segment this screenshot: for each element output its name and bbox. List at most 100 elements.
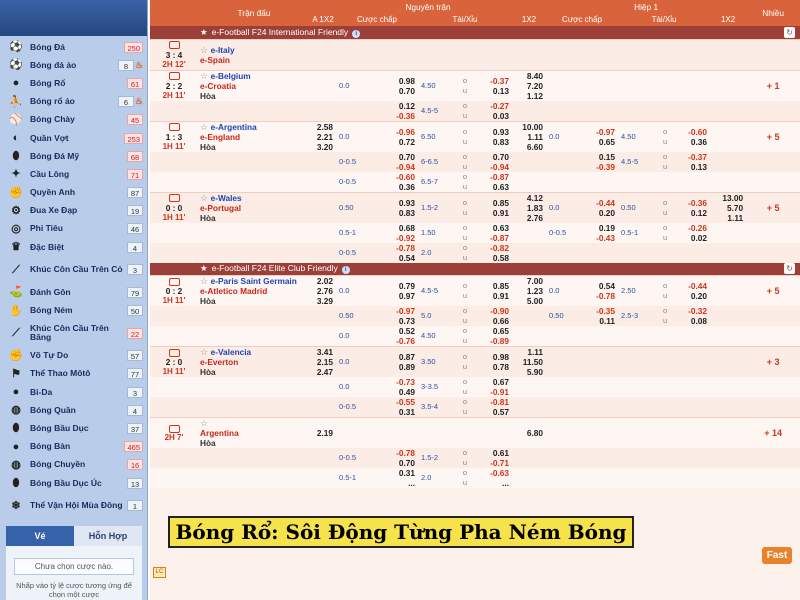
odds-value[interactable]: o xyxy=(454,306,476,316)
odds-value[interactable]: 0.70 xyxy=(374,152,415,162)
odds-value[interactable]: -0.36 xyxy=(676,198,707,208)
odds-value[interactable]: 0.89 xyxy=(374,362,415,372)
more-bets-link[interactable] xyxy=(746,242,800,263)
odds-value[interactable]: 0.67 xyxy=(476,377,509,387)
odds-value[interactable]: o xyxy=(454,172,476,182)
odds-value[interactable]: 8.40 xyxy=(512,71,543,81)
odds-value[interactable]: -0.63 xyxy=(476,468,509,478)
info-icon[interactable]: i xyxy=(352,29,361,38)
odds-value[interactable]: 1.11 xyxy=(512,347,543,357)
more-bets-link[interactable]: + 14 xyxy=(746,417,800,448)
odds-value[interactable]: 0.70 xyxy=(374,458,415,468)
odds-value[interactable]: o xyxy=(454,223,476,233)
odds-value[interactable]: 0.93 xyxy=(476,127,509,137)
sidebar-item-6[interactable]: ⬮ Bóng Đá Mỹ 68 xyxy=(0,147,147,165)
odds-value[interactable]: 1.11 xyxy=(512,132,543,142)
odds-value[interactable]: -0.37 xyxy=(676,152,707,162)
odds-value[interactable]: u xyxy=(454,478,476,488)
odds-value[interactable]: -0.87 xyxy=(476,172,509,182)
odds-value[interactable]: 0.54 xyxy=(374,253,415,263)
star-icon[interactable]: ★ xyxy=(200,27,208,37)
tv-icon[interactable] xyxy=(168,424,180,433)
odds-value[interactable]: 5.00 xyxy=(512,296,543,306)
more-bets-link[interactable] xyxy=(746,222,800,243)
odds-value[interactable]: -0.94 xyxy=(374,162,415,172)
odds-value[interactable]: u xyxy=(654,162,676,172)
odds-value[interactable]: 0.93 xyxy=(374,198,415,208)
odds-value[interactable]: o xyxy=(454,326,476,336)
odds-value[interactable]: o xyxy=(454,152,476,162)
star-icon[interactable]: ★ xyxy=(200,263,208,273)
odds-value[interactable]: 0.57 xyxy=(476,407,509,417)
odds-value[interactable]: -0.71 xyxy=(476,458,509,468)
odds-value[interactable]: u xyxy=(454,233,476,243)
fast-bet-button[interactable]: Fast xyxy=(762,547,792,564)
odds-value[interactable]: o xyxy=(654,198,676,208)
odds-value[interactable]: -0.73 xyxy=(374,377,415,387)
more-bets-link[interactable] xyxy=(746,100,800,121)
sidebar-item-3[interactable]: ⛹ Bóng rổ ảo 6 ♨ xyxy=(0,93,147,111)
favorite-star-icon[interactable]: ☆ xyxy=(200,276,211,286)
odds-value[interactable]: 2.76 xyxy=(512,213,543,223)
home-team[interactable]: e-Wales xyxy=(211,193,242,203)
sidebar-item-2[interactable]: ● Bóng Rổ 61 xyxy=(0,74,147,92)
odds-value[interactable]: 5.90 xyxy=(512,367,543,377)
sidebar-item-4[interactable]: ⚾ Bóng Chày 45 xyxy=(0,111,147,129)
odds-value[interactable]: 0.54 xyxy=(578,281,615,291)
odds-value[interactable]: -0.76 xyxy=(374,336,415,346)
tab-ve[interactable]: Vé xyxy=(6,526,74,546)
odds-value[interactable]: -0.26 xyxy=(676,223,707,233)
odds-value[interactable]: -0.94 xyxy=(476,162,509,172)
odds-value[interactable]: u xyxy=(454,162,476,172)
odds-value[interactable]: 0.97 xyxy=(374,291,415,301)
odds-value[interactable]: 0.12 xyxy=(676,208,707,218)
odds-value[interactable]: -0.32 xyxy=(676,306,707,316)
away-team[interactable]: e-Spain xyxy=(200,55,310,65)
odds-value[interactable]: 7.00 xyxy=(512,276,543,286)
more-bets-link[interactable]: + 5 xyxy=(746,275,800,306)
odds-value[interactable]: o xyxy=(454,377,476,387)
odds-value[interactable]: 3.29 xyxy=(310,296,333,306)
odds-value[interactable]: 6.60 xyxy=(512,142,543,152)
info-icon[interactable]: i xyxy=(341,266,350,275)
odds-value[interactable]: 0.15 xyxy=(578,152,615,162)
odds-value[interactable]: u xyxy=(654,316,676,326)
odds-value[interactable]: u xyxy=(454,291,476,301)
odds-value[interactable]: -0.43 xyxy=(578,233,615,243)
odds-value[interactable]: -0.82 xyxy=(476,243,509,253)
sidebar-item-5[interactable]: ◐ Quần Vợt 253 xyxy=(0,129,147,147)
odds-value[interactable]: 0.19 xyxy=(578,223,615,233)
odds-value[interactable]: 2.19 xyxy=(310,428,333,438)
odds-value[interactable]: 0.61 xyxy=(476,448,509,458)
tv-icon[interactable] xyxy=(168,123,180,132)
odds-value[interactable]: 0.36 xyxy=(374,182,415,192)
more-bets-link[interactable] xyxy=(746,171,800,192)
sidebar-item-19[interactable]: ◍ Bóng Quần 4 xyxy=(0,401,147,419)
odds-value[interactable]: -0.37 xyxy=(476,76,509,86)
more-bets-link[interactable] xyxy=(746,448,800,468)
odds-value[interactable]: o xyxy=(454,352,476,362)
odds-value[interactable]: o xyxy=(454,281,476,291)
sidebar-item-8[interactable]: ✊ Quyền Anh 87 xyxy=(0,184,147,202)
odds-value[interactable]: 6.80 xyxy=(512,428,543,438)
more-bets-link[interactable]: + 5 xyxy=(746,120,800,152)
odds-value[interactable]: -0.81 xyxy=(476,397,509,407)
odds-value[interactable]: u xyxy=(454,137,476,147)
tv-icon[interactable] xyxy=(168,277,180,286)
sidebar-item-23[interactable]: ⬮ Bóng Bầu Dục Úc 13 xyxy=(0,474,147,492)
odds-value[interactable]: -0.97 xyxy=(374,306,415,316)
odds-value[interactable]: -0.35 xyxy=(578,306,615,316)
odds-value[interactable]: u xyxy=(654,233,676,243)
odds-value[interactable]: 0.20 xyxy=(578,208,615,218)
odds-value[interactable]: 0.68 xyxy=(374,223,415,233)
odds-value[interactable]: 2.21 xyxy=(310,132,333,142)
odds-value[interactable]: u xyxy=(454,387,476,397)
home-team[interactable]: e-Italy xyxy=(211,45,235,55)
odds-value[interactable]: 2.47 xyxy=(310,367,333,377)
odds-value[interactable]: 0.58 xyxy=(476,253,509,263)
odds-value[interactable]: u xyxy=(454,316,476,326)
odds-value[interactable]: o xyxy=(654,306,676,316)
tab-hon-hop[interactable]: Hỗn Hợp xyxy=(74,526,142,546)
odds-value[interactable]: 0.72 xyxy=(374,137,415,147)
odds-value[interactable]: 4.12 xyxy=(512,193,543,203)
